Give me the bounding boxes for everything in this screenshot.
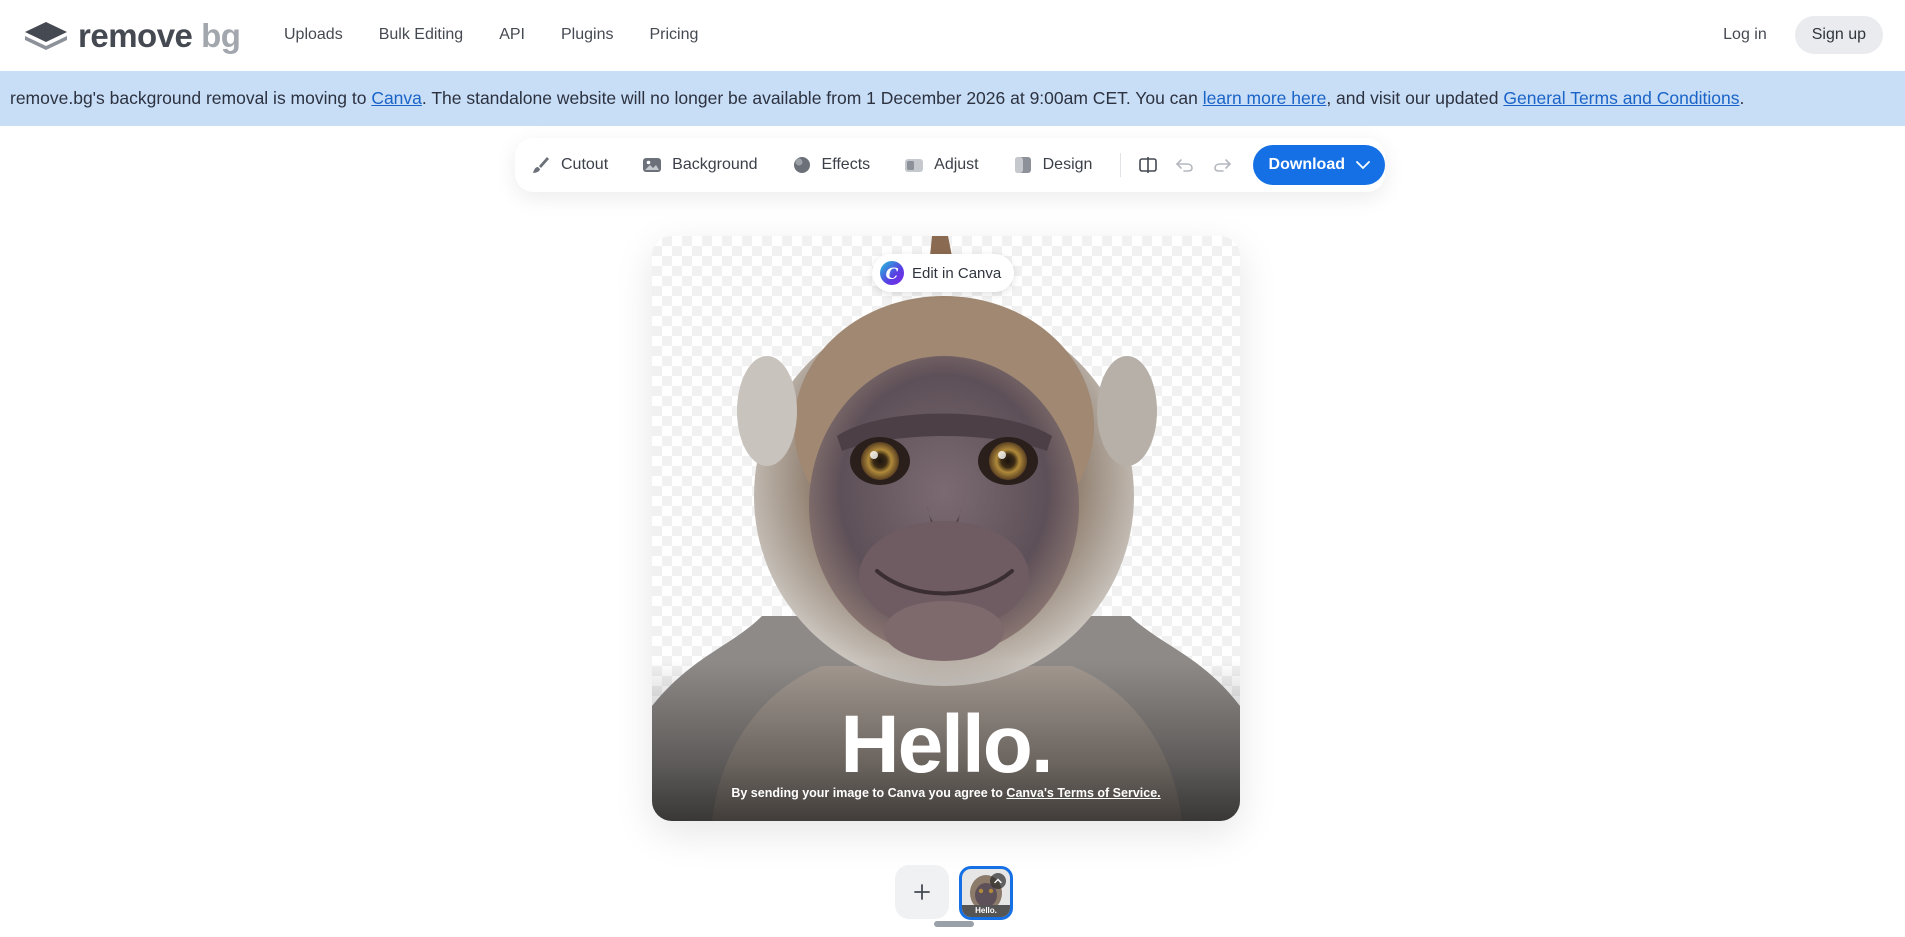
canva-logo-icon: C <box>880 261 904 285</box>
download-label: Download <box>1268 156 1345 173</box>
logo[interactable]: remove bg <box>24 17 241 55</box>
signup-button[interactable]: Sign up <box>1794 16 1883 54</box>
banner-text-3: , and visit our updated <box>1326 88 1499 108</box>
banner-text-1: remove.bg's background removal is moving… <box>10 88 367 108</box>
tool-cutout[interactable]: Cutout <box>531 155 608 175</box>
compare-button[interactable] <box>1135 148 1160 182</box>
tool-effects-label: Effects <box>821 156 871 173</box>
thumbnail-scroll-handle[interactable] <box>934 921 974 927</box>
main-nav: Uploads Bulk Editing API Plugins Pricing <box>266 22 716 48</box>
tool-background-label: Background <box>672 156 758 173</box>
nav-bulk-editing[interactable]: Bulk Editing <box>361 22 482 48</box>
notice-banner: remove.bg's background removal is moving… <box>0 71 1905 126</box>
add-image-button[interactable] <box>895 865 949 919</box>
banner-text-2: . The standalone website will no longer … <box>421 88 1198 108</box>
download-button[interactable]: Download <box>1252 145 1385 185</box>
undo-button[interactable] <box>1172 148 1197 182</box>
undo-icon <box>1175 159 1193 172</box>
compare-icon <box>1138 157 1157 173</box>
nav-plugins[interactable]: Plugins <box>543 22 631 48</box>
thumbnail-hello-text: Hello. <box>975 906 997 915</box>
banner-text-4: . <box>1739 88 1745 108</box>
image-canvas[interactable]: C Edit in Canva Hello. By sending your i… <box>652 236 1240 821</box>
tool-background[interactable]: Background <box>642 155 758 175</box>
tool-adjust-label: Adjust <box>934 156 979 173</box>
login-link[interactable]: Log in <box>1707 16 1783 54</box>
banner-terms-link[interactable]: General Terms and Conditions <box>1503 88 1739 109</box>
tool-effects[interactable]: Effects <box>792 155 871 175</box>
nav-api[interactable]: API <box>481 22 543 48</box>
thumbnail-badge[interactable] <box>990 873 1006 889</box>
editor-toolbar: Cutout Background Effects Adjust Design <box>515 138 1385 192</box>
effects-icon <box>793 157 810 173</box>
auth-area: Log in Sign up <box>1707 16 1883 54</box>
toolbar-divider <box>1120 153 1122 177</box>
design-icon <box>1014 157 1031 173</box>
redo-icon <box>1214 159 1232 172</box>
tool-design[interactable]: Design <box>1013 155 1093 175</box>
banner-canva-link[interactable]: Canva <box>371 88 422 109</box>
canva-tos-link[interactable]: Canva's Terms of Service. <box>1006 786 1160 800</box>
redo-button[interactable] <box>1209 148 1234 182</box>
canva-tos-notice: By sending your image to Canva you agree… <box>652 786 1240 800</box>
nav-pricing[interactable]: Pricing <box>631 22 716 48</box>
banner-learn-more-link[interactable]: learn more here <box>1203 88 1327 109</box>
brush-icon <box>533 157 549 173</box>
image-thumbnail[interactable]: Hello. <box>959 866 1013 920</box>
image-icon <box>643 158 662 172</box>
chevron-down-icon[interactable] <box>1355 157 1371 173</box>
tool-cutout-label: Cutout <box>561 156 609 173</box>
tos-text: By sending your image to Canva you agree… <box>731 786 1007 800</box>
tool-adjust[interactable]: Adjust <box>904 155 979 175</box>
tool-design-label: Design <box>1042 156 1093 173</box>
logo-text: remove bg <box>78 17 241 54</box>
top-header: remove bg Uploads Bulk Editing API Plugi… <box>0 0 1905 71</box>
edit-in-canva-label: Edit in Canva <box>912 264 1002 282</box>
adjust-icon <box>905 159 924 172</box>
logo-icon <box>25 22 67 50</box>
chevron-up-icon <box>994 878 1002 884</box>
plus-icon <box>914 884 930 900</box>
edit-in-canva-button[interactable]: C Edit in Canva <box>872 254 1015 292</box>
nav-uploads[interactable]: Uploads <box>266 22 361 48</box>
hello-overlay-text: Hello. <box>840 699 1053 790</box>
